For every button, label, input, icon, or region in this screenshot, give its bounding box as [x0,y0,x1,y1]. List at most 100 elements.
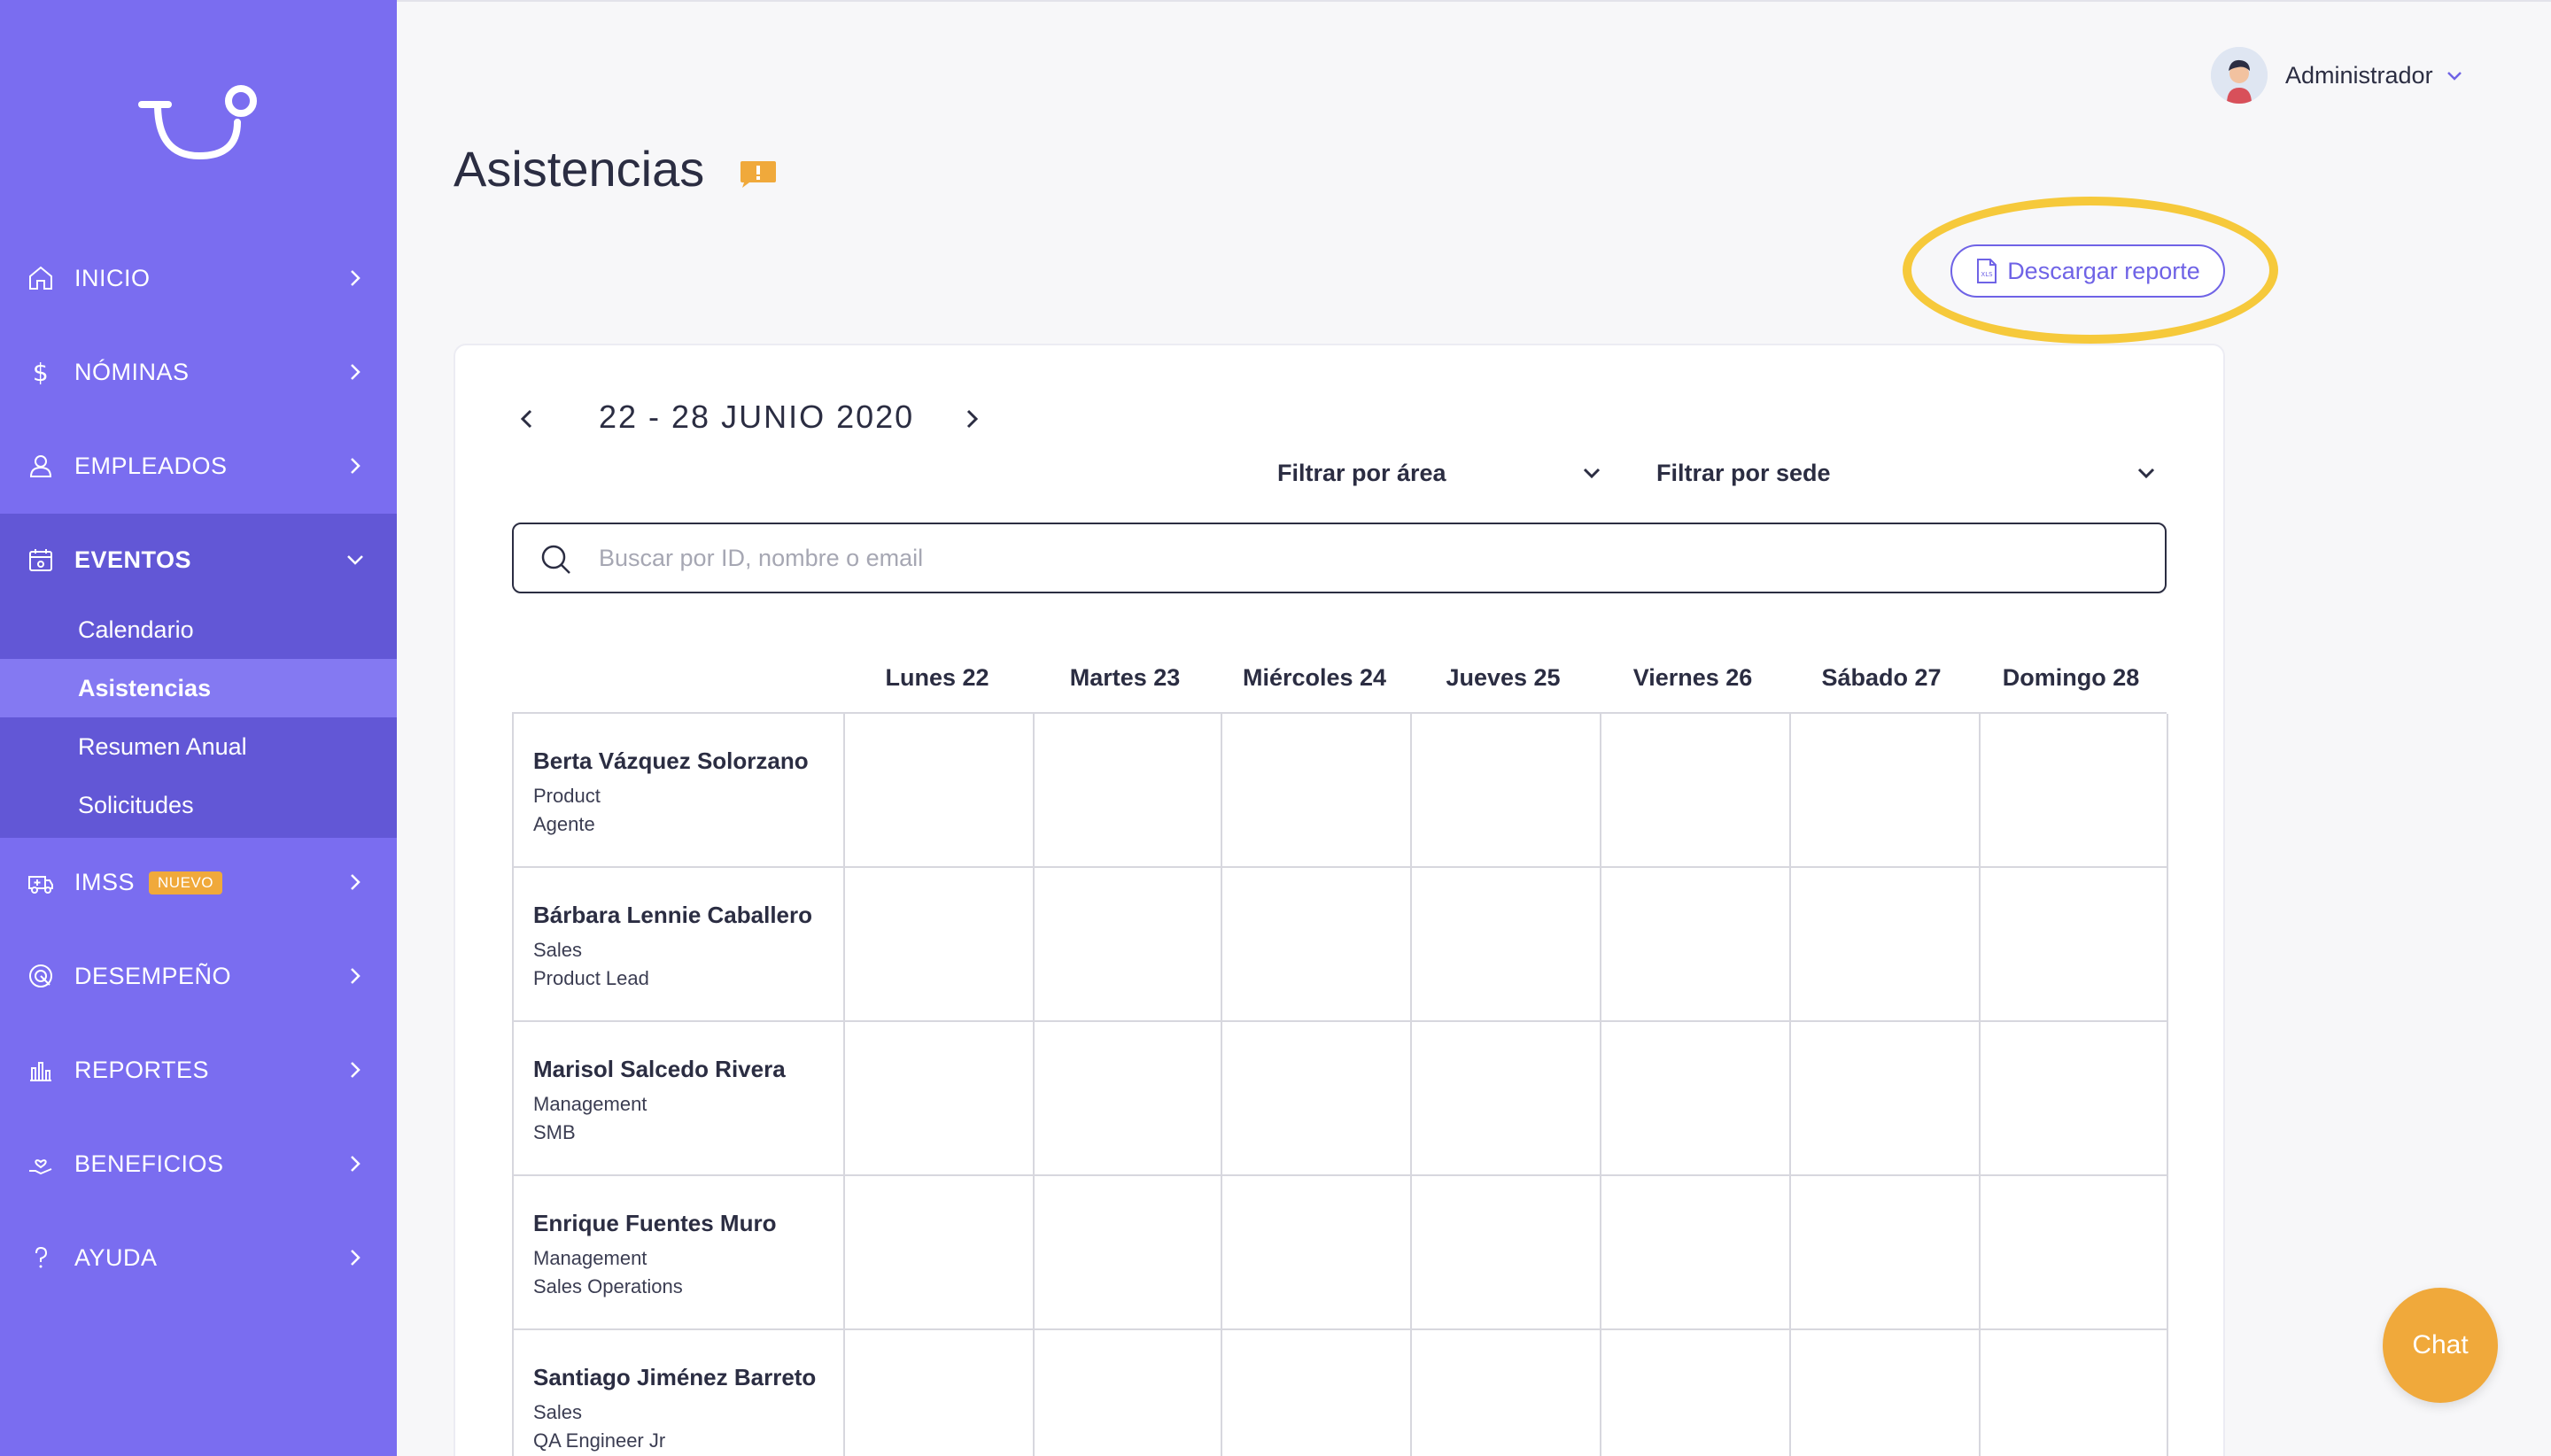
sidebar-item-label: NÓMINAS [74,358,190,385]
employee-role: Product Lead [533,967,649,989]
employee-cell: Enrique Fuentes Muro Management Sales Op… [514,1176,845,1330]
chevron-left-icon[interactable] [514,406,540,432]
employee-name[interactable]: Santiago Jiménez Barreto [533,1364,816,1391]
day-cell[interactable] [1791,1176,1981,1330]
table-row: Enrique Fuentes Muro Management Sales Op… [514,1176,2168,1330]
employee-area: Sales [533,1401,583,1423]
day-header-tuesday: Martes 23 [1069,664,1181,691]
filter-sede-dropdown[interactable]: Filtrar por sede [1656,453,2161,492]
sidebar-item-beneficios[interactable]: BENEFICIOS [0,1118,397,1210]
day-cell[interactable] [1035,1330,1222,1456]
day-cell[interactable] [1035,714,1222,868]
user-menu[interactable]: Administrador [2211,46,2465,105]
sidebar-item-eventos[interactable]: EVENTOS [0,514,397,606]
day-cell[interactable] [1222,1176,1412,1330]
sidebar-item-label: INICIO [74,264,151,291]
sidebar-item-reportes[interactable]: REPORTES [0,1024,397,1116]
user-name: Administrador [2285,61,2433,89]
attendance-table: Berta Vázquez Solorzano Product Agente B… [512,712,2168,1456]
search-field[interactable] [512,523,2167,593]
day-cell[interactable] [1222,868,1412,1022]
chevron-right-icon[interactable] [958,406,985,432]
day-cell[interactable] [1601,714,1791,868]
day-cell[interactable] [845,1022,1035,1176]
employee-cell: Marisol Salcedo Rivera Management SMB [514,1022,845,1176]
day-cell[interactable] [1791,1330,1981,1456]
chevron-down-icon [2137,468,2155,479]
day-cell[interactable] [1981,1022,2168,1176]
day-cell[interactable] [1412,868,1601,1022]
chevron-right-icon [351,458,361,474]
alert-message-icon[interactable] [737,159,779,190]
imss-label: IMSS [74,868,136,895]
employee-cell: Berta Vázquez Solorzano Product Agente [514,714,845,868]
eventos-submenu: Calendario Asistencias Resumen Anual Sol… [0,600,397,838]
sidebar-item-label: REPORTES [74,1056,210,1083]
dollar-icon: $ [25,356,57,388]
chevron-down-icon [1583,468,1601,479]
sidebar-item-label: AYUDA [74,1243,158,1271]
day-cell[interactable] [1981,1330,2168,1456]
day-cell[interactable] [845,1330,1035,1456]
day-cell[interactable] [1412,714,1601,868]
day-cell[interactable] [1601,1176,1791,1330]
day-cell[interactable] [1035,1176,1222,1330]
filter-area-dropdown[interactable]: Filtrar por área [1277,453,1605,492]
chevron-down-icon [2446,72,2462,81]
employee-role: Sales Operations [533,1275,683,1297]
day-header-thursday: Jueves 25 [1446,664,1561,691]
filter-area-label: Filtrar por área [1277,459,1446,486]
svg-text:XLS: XLS [1981,271,1994,278]
chat-button[interactable]: Chat [2383,1288,2498,1403]
employee-area: Sales [533,939,583,961]
target-icon [25,960,57,992]
week-label: 22 - 28 JUNIO 2020 [599,399,915,435]
search-icon [541,545,570,574]
day-cell[interactable] [845,714,1035,868]
day-cell[interactable] [1601,1022,1791,1176]
employee-name[interactable]: Berta Vázquez Solorzano [533,747,809,775]
day-cell[interactable] [1222,1022,1412,1176]
employee-name[interactable]: Bárbara Lennie Caballero [533,902,812,929]
sidebar-item-ayuda[interactable]: AYUDA [0,1212,397,1304]
logo-icon[interactable] [133,78,266,167]
day-header-wednesday: Miércoles 24 [1242,664,1387,691]
sidebar-item-inicio[interactable]: INICIO [0,232,397,324]
day-cell[interactable] [845,1176,1035,1330]
employee-name[interactable]: Marisol Salcedo Rivera [533,1056,786,1083]
day-cell[interactable] [1035,868,1222,1022]
day-cell[interactable] [1791,1022,1981,1176]
sidebar-item-imss[interactable]: IMSS NUEVO [0,836,397,928]
day-cell[interactable] [1791,868,1981,1022]
employee-name[interactable]: Enrique Fuentes Muro [533,1210,776,1237]
sidebar-item-empleados[interactable]: EMPLEADOS [0,420,397,512]
day-cell[interactable] [1222,714,1412,868]
day-cell[interactable] [1791,714,1981,868]
sidebar-item-nominas[interactable]: $ NÓMINAS [0,326,397,418]
day-cell[interactable] [1412,1330,1601,1456]
search-input[interactable] [599,533,2140,583]
day-cell[interactable] [1035,1022,1222,1176]
submenu-item-asistencias[interactable]: Asistencias [0,659,397,717]
day-cell[interactable] [1981,868,2168,1022]
day-cell[interactable] [1601,1330,1791,1456]
download-report-button[interactable]: XLS Descargar reporte [1950,244,2225,298]
submenu-item-resumen-anual[interactable]: Resumen Anual [0,717,397,776]
submenu-item-calendario[interactable]: Calendario [0,600,397,659]
day-cell[interactable] [1222,1330,1412,1456]
day-cell[interactable] [1601,868,1791,1022]
day-cell[interactable] [1981,714,2168,868]
day-cell[interactable] [845,868,1035,1022]
chevron-right-icon [351,968,361,984]
submenu-item-solicitudes[interactable]: Solicitudes [0,776,397,834]
day-cell[interactable] [1981,1176,2168,1330]
day-cell[interactable] [1412,1022,1601,1176]
ambulance-icon [25,866,57,898]
employee-info: Bárbara Lennie Caballero Sales Product L… [533,902,812,993]
employee-cell: Santiago Jiménez Barreto Sales QA Engine… [514,1330,845,1456]
day-header-friday: Viernes 26 [1632,664,1753,691]
sidebar-item-desempeno[interactable]: DESEMPEÑO [0,930,397,1022]
employee-info: Marisol Salcedo Rivera Management SMB [533,1056,786,1147]
day-cell[interactable] [1412,1176,1601,1330]
xls-file-icon: XLS [1977,259,1997,283]
